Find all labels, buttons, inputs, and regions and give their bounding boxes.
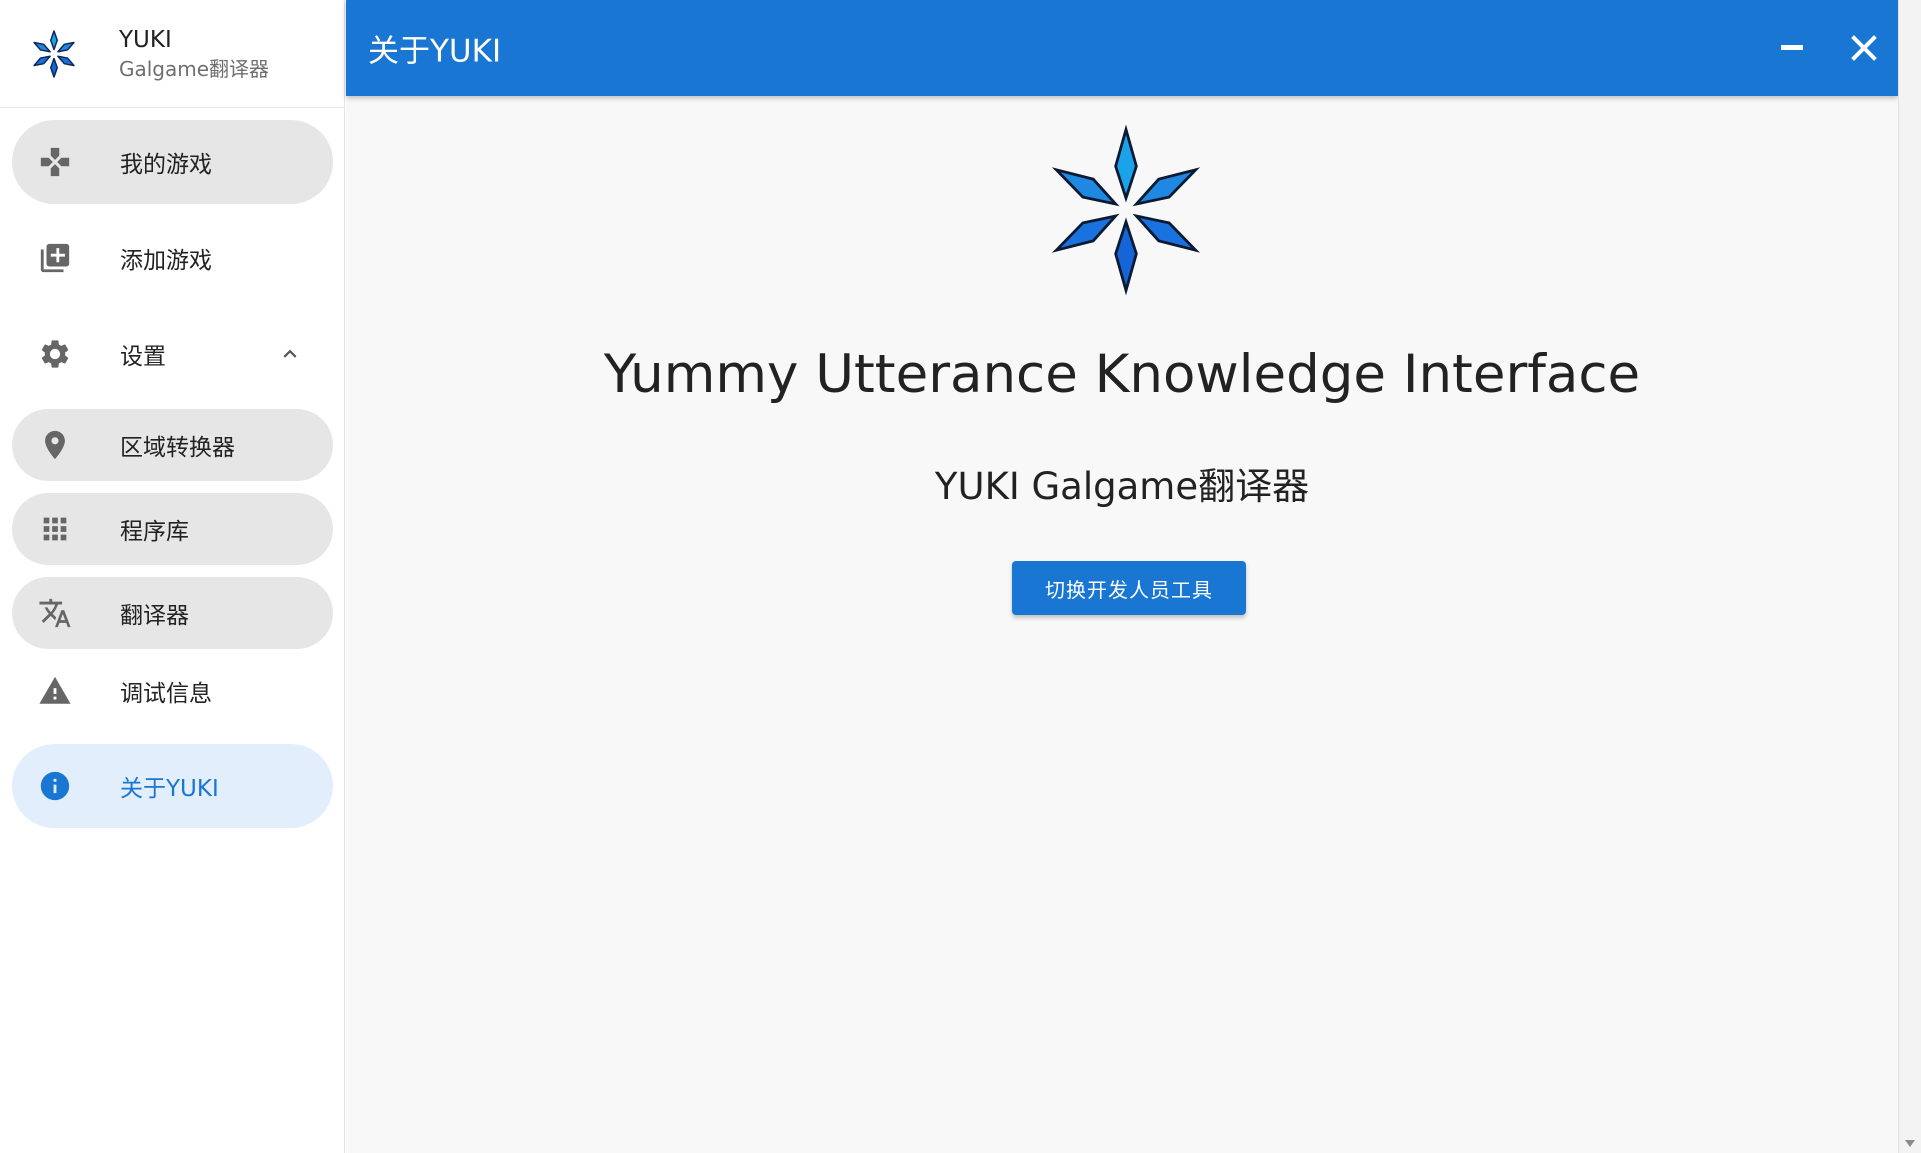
sidebar-item-locale-changer[interactable]: 区域转换器 — [12, 409, 333, 481]
titlebar: 关于YUKI — [346, 0, 1898, 96]
scroll-down-arrow-icon[interactable] — [1905, 1140, 1915, 1147]
sidebar-item-debug-info[interactable]: 调试信息 — [12, 655, 333, 727]
sidebar-item-translator[interactable]: 翻译器 — [12, 577, 333, 649]
page-title: 关于YUKI — [368, 33, 502, 70]
info-icon — [40, 771, 70, 801]
about-subline: YUKI Galgame翻译器 — [934, 465, 1310, 508]
sidebar-item-label: 我的游戏 — [120, 152, 212, 178]
sidebar-item-label: 程序库 — [120, 519, 189, 545]
minimize-icon — [1781, 45, 1803, 50]
sidebar-item-label: 调试信息 — [120, 681, 212, 707]
sidebar-item-add-game[interactable]: 添加游戏 — [12, 216, 333, 300]
sidebar-item-label: 翻译器 — [120, 603, 189, 629]
yuki-logo-icon — [33, 30, 75, 78]
about-headline: Yummy Utterance Knowledge Interface — [603, 344, 1641, 405]
scrollbar[interactable] — [1898, 0, 1921, 1153]
chevron-up-icon — [283, 349, 297, 358]
apps-grid-icon — [43, 517, 67, 541]
gamepad-icon — [40, 147, 70, 177]
minimize-button[interactable] — [1768, 24, 1816, 72]
brand-header: YUKI Galgame翻译器 — [0, 0, 345, 108]
map-pin-icon — [45, 430, 65, 460]
sidebar-item-my-games[interactable]: 我的游戏 — [12, 120, 333, 204]
sidebar-item-label: 添加游戏 — [120, 248, 212, 274]
brand-title: YUKI — [119, 27, 172, 53]
sidebar-item-libraries[interactable]: 程序库 — [12, 493, 333, 565]
warning-icon — [39, 676, 71, 704]
translate-icon — [39, 598, 71, 628]
yuki-logo-icon — [1051, 124, 1201, 296]
gear-icon — [41, 340, 69, 368]
sidebar-item-settings[interactable]: 设置 — [12, 312, 333, 396]
sidebar-item-label: 设置 — [120, 344, 166, 370]
library-add-icon — [40, 243, 70, 273]
sidebar: YUKI Galgame翻译器 我的游戏 添加游戏 设置 区域转换器 程序库 翻… — [0, 0, 345, 1153]
sidebar-item-label: 区域转换器 — [120, 435, 235, 461]
toggle-devtools-button[interactable]: 切换开发人员工具 — [1012, 561, 1246, 615]
brand-subtitle: Galgame翻译器 — [119, 57, 270, 81]
app-window: YUKI Galgame翻译器 我的游戏 添加游戏 设置 区域转换器 程序库 翻… — [0, 0, 1921, 1153]
sidebar-item-label: 关于YUKI — [120, 776, 219, 802]
close-button[interactable] — [1840, 24, 1888, 72]
main-content: 关于YUKI Yummy Utterance Knowledge Interfa… — [346, 0, 1898, 1153]
close-icon — [1851, 35, 1877, 61]
sidebar-item-about[interactable]: 关于YUKI — [12, 744, 333, 828]
